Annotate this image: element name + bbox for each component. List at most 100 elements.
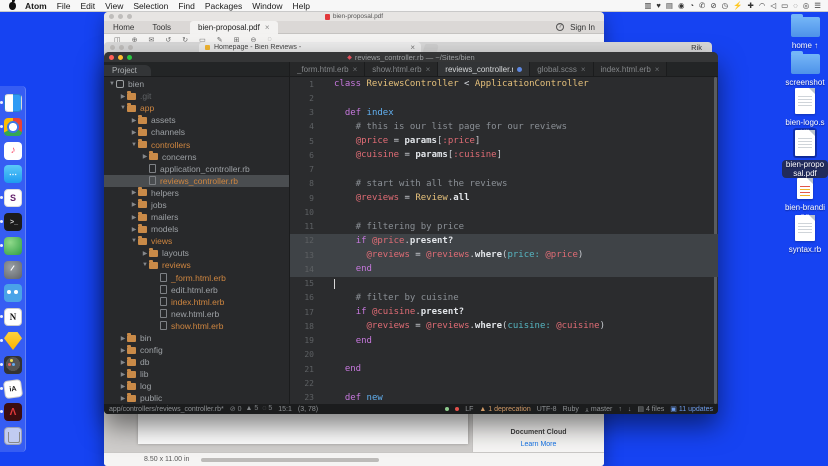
chrome-window[interactable]: Homepage - Bien Reviews - × Rik xyxy=(104,42,712,52)
tree-item-helpers[interactable]: ▶helpers xyxy=(104,187,289,199)
tree-item--form-html-erb[interactable]: _form.html.erb xyxy=(104,272,289,284)
tree-item-models[interactable]: ▶models xyxy=(104,223,289,235)
menu-selection[interactable]: Selection xyxy=(133,1,168,11)
close-icon[interactable]: × xyxy=(655,65,660,74)
dock-clock-app-icon[interactable] xyxy=(4,261,22,279)
menu-find[interactable]: Find xyxy=(178,1,195,11)
dock-twitter-app-icon[interactable] xyxy=(4,284,22,302)
dock-terminal-icon[interactable]: >_ xyxy=(4,213,22,231)
dock-messages-icon[interactable]: ⋯ xyxy=(4,165,22,183)
acrobat-titlebar[interactable]: bien-proposal.pdf xyxy=(104,12,604,21)
status-deprecations[interactable]: ▲1 deprecation xyxy=(479,406,530,413)
chrome-profile-name[interactable]: Rik xyxy=(691,43,712,52)
menubar-status-icon[interactable]: ◉ xyxy=(678,0,685,12)
status-indicator[interactable]: ⊘ 0 xyxy=(230,405,242,413)
close-icon[interactable]: × xyxy=(353,65,358,74)
status-cursor-position[interactable]: 15:1 xyxy=(278,406,292,413)
dock-music-icon[interactable]: ♪ xyxy=(4,142,22,160)
tree-item-bin[interactable]: ▶bin xyxy=(104,332,289,344)
help-icon[interactable]: ? xyxy=(556,23,564,31)
desktop-icon-syntax-file[interactable]: syntax.rb xyxy=(782,213,828,254)
tree-item-index-html-erb[interactable]: index.html.erb xyxy=(104,296,289,308)
menubar-status-icon[interactable]: ◎ xyxy=(803,0,810,12)
menubar-status-icon[interactable]: ◠ xyxy=(759,0,766,12)
tree-item-layouts[interactable]: ▶layouts xyxy=(104,247,289,259)
tree-item-jobs[interactable]: ▶jobs xyxy=(104,199,289,211)
dock-acrobat-icon[interactable]: Λ xyxy=(4,403,22,421)
acrobat-tab-home[interactable]: Home xyxy=(104,21,143,34)
status-encoding[interactable]: UTF-8 xyxy=(537,406,557,413)
menu-atom[interactable]: Atom xyxy=(25,1,47,11)
menubar-status-icon[interactable]: ◔ xyxy=(690,0,695,12)
tree-item-controllers[interactable]: ▼controllers xyxy=(104,138,289,150)
menubar-status-icon[interactable]: ♥ xyxy=(656,0,660,12)
tree-item-log[interactable]: ▶log xyxy=(104,380,289,392)
tree-item-config[interactable]: ▶config xyxy=(104,344,289,356)
tree-item-edit-html-erb[interactable]: edit.html.erb xyxy=(104,284,289,296)
tab-reviews-controller-rb[interactable]: reviews_controller.rb xyxy=(438,62,530,76)
menubar-status-icon[interactable]: ◁ xyxy=(770,0,776,12)
tree-item--git[interactable]: ▶.git xyxy=(104,90,289,102)
dock-chrome-icon[interactable] xyxy=(4,118,22,136)
acrobat-document-tab[interactable]: bien-proposal.pdf × xyxy=(190,21,278,34)
apple-menu-icon[interactable] xyxy=(9,2,16,10)
menubar-status-icon[interactable]: ◌ xyxy=(793,0,797,12)
tree-item-concerns[interactable]: ▶concerns xyxy=(104,151,289,163)
tree-item-reviews[interactable]: ▼reviews xyxy=(104,259,289,271)
menu-edit[interactable]: Edit xyxy=(80,1,95,11)
close-icon[interactable]: × xyxy=(426,65,431,74)
dock-media-app-icon[interactable] xyxy=(4,356,22,374)
project-tab[interactable]: Project xyxy=(104,65,151,76)
tree-item-db[interactable]: ▶db xyxy=(104,356,289,368)
chrome-tab[interactable]: Homepage - Bien Reviews - × xyxy=(199,42,421,52)
dock-sketch-icon[interactable] xyxy=(4,332,22,350)
status-file-path[interactable]: app/controllers/reviews_controller.rb* xyxy=(109,406,224,413)
git-pull-icon[interactable]: ↓ xyxy=(628,406,632,413)
close-icon[interactable]: × xyxy=(581,65,586,74)
desktop-icon-bien-proposal-file[interactable]: bien-proposal.pdf xyxy=(782,128,828,178)
dock-green-app-icon[interactable] xyxy=(4,237,22,255)
dock-ia-writer-icon[interactable]: iA xyxy=(4,380,22,398)
status-indicator[interactable]: ▲ 5 xyxy=(245,405,258,413)
tree-item-bien[interactable]: ▼bien xyxy=(104,78,289,90)
atom-titlebar[interactable]: ◆ reviews_controller.rb — ~/Sites/bien xyxy=(104,52,718,62)
tree-item-views[interactable]: ▼views xyxy=(104,235,289,247)
tree-item-app[interactable]: ▼app xyxy=(104,102,289,114)
dock-trash-icon[interactable] xyxy=(4,427,22,445)
menu-view[interactable]: View xyxy=(105,1,123,11)
status-git-branch[interactable]: Ymaster xyxy=(585,406,612,413)
atom-window[interactable]: ◆ reviews_controller.rb — ~/Sites/bien P… xyxy=(104,52,718,414)
sign-in-button[interactable]: Sign In xyxy=(570,23,595,32)
tree-item-reviews-controller-rb[interactable]: reviews_controller.rb xyxy=(104,175,289,187)
dock-notion-icon[interactable]: N xyxy=(4,308,22,326)
menubar-status-icon[interactable]: ▭ xyxy=(781,0,788,12)
menu-help[interactable]: Help xyxy=(292,1,309,11)
status-files[interactable]: ▤4 files xyxy=(637,405,664,413)
dock-slack-icon[interactable]: S xyxy=(4,189,22,207)
tab-index-html-erb[interactable]: index.html.erb× xyxy=(594,62,668,76)
close-icon[interactable]: × xyxy=(265,23,270,32)
tree-item-public[interactable]: ▶public xyxy=(104,392,289,404)
close-icon[interactable]: × xyxy=(410,43,415,52)
menubar-status-icon[interactable]: ✆ xyxy=(699,0,705,12)
status-line-ending[interactable]: LF xyxy=(465,406,473,413)
tab--form-html-erb[interactable]: _form.html.erb× xyxy=(290,62,365,76)
tree-item-lib[interactable]: ▶lib xyxy=(104,368,289,380)
acrobat-tab-tools[interactable]: Tools xyxy=(143,21,180,34)
menubar-status-icon[interactable]: ◷ xyxy=(722,0,729,12)
menubar-status-icon[interactable]: ⊘ xyxy=(710,0,716,12)
tree-item-application-controller-rb[interactable]: application_controller.rb xyxy=(104,163,289,175)
tree-item-assets[interactable]: ▶assets xyxy=(104,114,289,126)
tree-item-channels[interactable]: ▶channels xyxy=(104,126,289,138)
tab-global-scss[interactable]: global.scss× xyxy=(530,62,593,76)
status-indicator[interactable]: ◌ 5 xyxy=(262,405,272,413)
menubar-status-icon[interactable]: ☰ xyxy=(814,0,821,12)
desktop-icon-home-folder[interactable]: home ↑ xyxy=(782,12,828,50)
tree-item-new-html-erb[interactable]: new.html.erb xyxy=(104,308,289,320)
menu-file[interactable]: File xyxy=(57,1,71,11)
dock-finder-icon[interactable] xyxy=(4,94,22,112)
code-editor[interactable]: 1class ReviewsController < ApplicationCo… xyxy=(290,77,718,404)
menubar-status-icon[interactable]: ⚡ xyxy=(733,0,742,12)
menubar-status-icon[interactable]: ✚ xyxy=(748,0,754,12)
status-updates[interactable]: ▣11 updates xyxy=(670,405,713,413)
